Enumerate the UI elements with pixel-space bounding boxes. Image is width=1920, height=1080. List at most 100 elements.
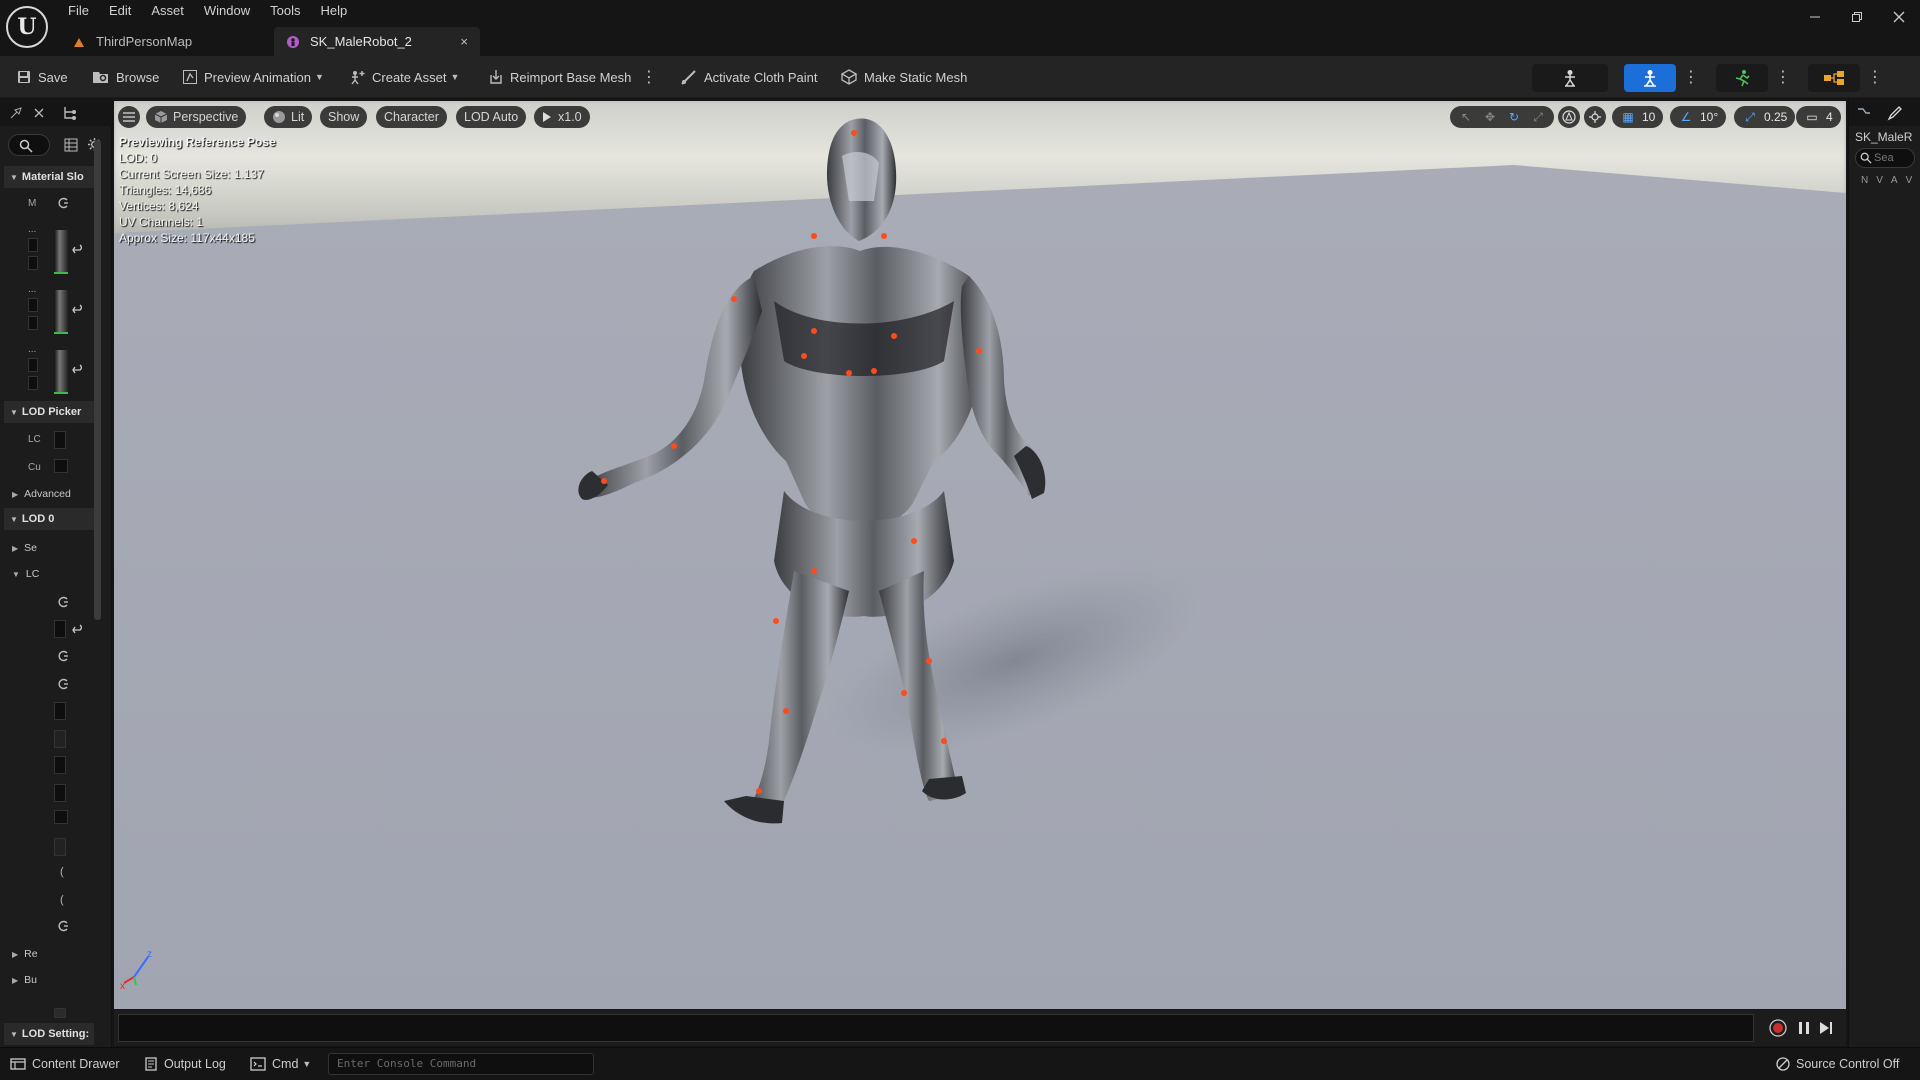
property-value-box[interactable]: [54, 702, 66, 720]
translate-tool-icon[interactable]: ✥: [1478, 110, 1502, 124]
details-tab-icon[interactable]: [10, 107, 22, 119]
activate-cloth-paint-button[interactable]: Activate Cloth Paint: [680, 65, 817, 89]
console-command-input[interactable]: Enter Console Command: [328, 1053, 594, 1075]
cmd-dropdown[interactable]: Cmd ▼: [250, 1057, 311, 1071]
property-value-box[interactable]: [54, 1008, 66, 1018]
section-advanced[interactable]: ▶ Advanced: [4, 484, 94, 504]
custom-lod-checkbox[interactable]: [54, 459, 68, 473]
record-button[interactable]: [1768, 1018, 1788, 1038]
skeleton-search-input[interactable]: Sea: [1855, 148, 1915, 168]
unreal-logo-icon[interactable]: U: [6, 6, 48, 48]
menu-tools[interactable]: Tools: [260, 0, 310, 22]
grid-snap-toggle[interactable]: ▦ 10: [1612, 106, 1664, 128]
menu-help[interactable]: Help: [310, 0, 357, 22]
menu-file[interactable]: File: [58, 0, 99, 22]
character-dropdown[interactable]: Character: [376, 106, 447, 128]
show-flags-dropdown[interactable]: Show: [320, 106, 368, 128]
section-lod-settings[interactable]: ▼ LOD Setting:: [4, 1023, 94, 1045]
rotate-tool-icon[interactable]: ↻: [1502, 110, 1526, 124]
lod-checkbox[interactable]: [54, 431, 66, 449]
browse-button[interactable]: Browse: [92, 65, 159, 89]
pause-button[interactable]: [1794, 1018, 1814, 1038]
view-options-icon[interactable]: [64, 138, 78, 152]
close-window-icon[interactable]: [1878, 0, 1920, 34]
subsection-bu[interactable]: ▶ Bu: [4, 970, 94, 990]
column-header[interactable]: N: [1861, 175, 1868, 186]
reset-arrow-icon[interactable]: [72, 364, 84, 376]
lit-view-mode-dropdown[interactable]: Lit: [264, 106, 313, 128]
restore-icon[interactable]: [1836, 0, 1878, 34]
reset-arrow-icon[interactable]: [72, 244, 84, 256]
create-asset-dropdown[interactable]: Create Asset ▼: [348, 65, 459, 89]
rotation-snap-toggle[interactable]: ∠ 10°: [1670, 106, 1727, 128]
close-panel-icon[interactable]: [34, 108, 44, 118]
property-value-box[interactable]: [54, 756, 66, 774]
tab-thirdpersonmap[interactable]: ThirdPersonMap: [60, 27, 274, 56]
blueprint-editor-mode-button[interactable]: [1808, 64, 1860, 92]
material-thumbnail[interactable]: [54, 290, 68, 334]
property-value-box[interactable]: [54, 838, 66, 856]
mesh-mode-options-icon[interactable]: ⋮: [1683, 66, 1699, 88]
edit-tab-icon[interactable]: [1887, 105, 1903, 121]
camera-speed-dropdown[interactable]: ▭ 4: [1796, 106, 1841, 128]
column-header[interactable]: A: [1891, 175, 1898, 186]
property-toggle-icon[interactable]: [58, 678, 70, 690]
viewport-menu-button[interactable]: [118, 106, 140, 128]
content-drawer-button[interactable]: Content Drawer: [10, 1057, 120, 1071]
scale-tool-icon[interactable]: ⤢: [1526, 110, 1550, 125]
material-thumbnail[interactable]: [54, 230, 68, 274]
details-scrollbar[interactable]: [94, 140, 101, 620]
property-value-box[interactable]: [54, 784, 66, 802]
section-lod0[interactable]: ▼ LOD 0: [4, 508, 94, 530]
skeleton-tree-tab-icon[interactable]: [1857, 106, 1871, 120]
playback-speed-dropdown[interactable]: x1.0: [534, 106, 590, 128]
animation-mode-options-icon[interactable]: ⋮: [1775, 66, 1791, 88]
section-material-slots[interactable]: ▼ Material Slo: [4, 166, 94, 188]
subsection-lc[interactable]: ▼ LC: [4, 564, 94, 584]
property-toggle-icon[interactable]: [58, 596, 70, 608]
details-search-input[interactable]: [8, 134, 50, 156]
tab-sk-malerobot[interactable]: SK_MaleRobot_2 ×: [274, 27, 480, 56]
property-toggle-icon[interactable]: [58, 920, 70, 932]
timeline-scrub-bar[interactable]: [118, 1014, 1754, 1042]
section-lod-picker[interactable]: ▼ LOD Picker: [4, 401, 94, 423]
property-toggle-icon[interactable]: [58, 650, 70, 662]
subsection-re[interactable]: ▶ Re: [4, 944, 94, 964]
select-tool-icon[interactable]: ↖: [1454, 110, 1478, 124]
scale-snap-toggle[interactable]: ⤢ 0.25: [1734, 106, 1796, 128]
preview-viewport[interactable]: Perspective Lit Show Character LOD Auto …: [114, 101, 1846, 1009]
reimport-base-mesh-button[interactable]: Reimport Base Mesh: [488, 65, 631, 89]
material-slot-add-icon[interactable]: [58, 197, 70, 209]
local-space-button[interactable]: [1558, 106, 1580, 128]
blueprint-mode-options-icon[interactable]: ⋮: [1867, 66, 1883, 88]
make-static-mesh-button[interactable]: Make Static Mesh: [840, 65, 967, 89]
property-toggle-icon[interactable]: (: [60, 866, 64, 878]
preview-animation-dropdown[interactable]: Preview Animation ▼: [182, 65, 324, 89]
save-button[interactable]: Save: [16, 65, 68, 89]
skeleton-editor-mode-button[interactable]: [1532, 64, 1608, 92]
column-header[interactable]: V: [1876, 175, 1883, 186]
surface-snap-button[interactable]: [1584, 106, 1606, 128]
mesh-editor-mode-button[interactable]: [1624, 64, 1676, 92]
property-value-box[interactable]: [54, 730, 66, 748]
property-value-box[interactable]: [54, 620, 66, 638]
perspective-dropdown[interactable]: Perspective: [146, 106, 247, 128]
reset-arrow-icon[interactable]: [72, 624, 84, 636]
menu-edit[interactable]: Edit: [99, 0, 141, 22]
minimize-icon[interactable]: [1794, 0, 1836, 34]
animation-editor-mode-button[interactable]: [1716, 64, 1768, 92]
menu-window[interactable]: Window: [194, 0, 260, 22]
subsection-se[interactable]: ▶ Se: [4, 538, 94, 558]
reset-arrow-icon[interactable]: [72, 304, 84, 316]
property-toggle-icon[interactable]: (: [60, 894, 64, 906]
reimport-options-icon[interactable]: ⋮: [641, 66, 657, 88]
material-thumbnail[interactable]: [54, 350, 68, 394]
close-tab-icon[interactable]: ×: [460, 34, 468, 49]
hierarchy-tab-icon[interactable]: [62, 105, 78, 121]
menu-asset[interactable]: Asset: [141, 0, 194, 22]
step-forward-button[interactable]: [1816, 1018, 1836, 1038]
column-header[interactable]: V: [1906, 175, 1913, 186]
property-checkbox[interactable]: [54, 810, 68, 824]
lod-auto-dropdown[interactable]: LOD Auto: [456, 106, 527, 128]
output-log-button[interactable]: Output Log: [144, 1057, 226, 1071]
